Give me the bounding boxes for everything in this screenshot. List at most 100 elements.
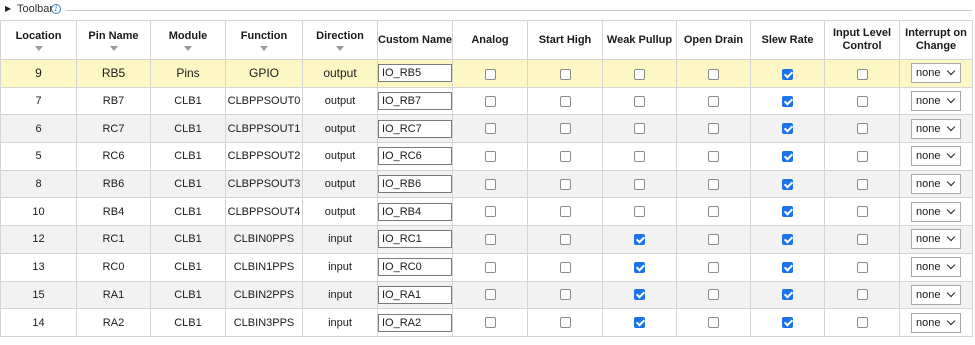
interrupt-on-change-select[interactable]: none — [911, 63, 961, 84]
open-drain-checkbox[interactable] — [708, 68, 719, 80]
start-high-checkbox[interactable] — [559, 123, 571, 135]
weak-pullup-checkbox[interactable] — [634, 95, 645, 107]
analog-checkbox[interactable] — [484, 95, 496, 107]
table-row[interactable]: 13 RC0 CLB1 CLBIN1PPS input IO_RC0 none — [0, 252, 973, 282]
start-high-checkbox[interactable] — [559, 95, 571, 107]
start-high-checkbox[interactable] — [559, 178, 571, 190]
triangle-right-icon[interactable]: ▶ — [5, 4, 11, 14]
analog-checkbox[interactable] — [484, 178, 496, 190]
analog-checkbox[interactable] — [484, 206, 496, 218]
interrupt-on-change-select[interactable]: none — [911, 174, 961, 195]
table-row[interactable]: 6 RC7 CLB1 CLBPPSOUT1 output IO_RC7 none — [0, 114, 973, 144]
sort-arrow-icon[interactable] — [260, 45, 268, 51]
interrupt-on-change-select[interactable]: none — [911, 91, 961, 112]
input-level-checkbox[interactable] — [856, 289, 868, 301]
weak-pullup-checkbox[interactable] — [634, 178, 645, 190]
custom-name-input[interactable]: IO_RA2 — [378, 313, 452, 332]
input-level-checkbox[interactable] — [856, 151, 868, 162]
open-drain-checkbox[interactable] — [708, 151, 719, 162]
custom-name-input[interactable]: IO_RA1 — [378, 285, 452, 304]
custom-name-input[interactable]: IO_RB6 — [378, 175, 452, 194]
table-row[interactable]: 14 RA2 CLB1 CLBIN3PPS input IO_RA2 none — [0, 308, 973, 337]
custom-name-input[interactable]: IO_RC6 — [378, 147, 452, 166]
slew-rate-checkbox[interactable] — [782, 123, 793, 135]
input-level-checkbox[interactable] — [856, 234, 868, 246]
weak-pullup-checkbox[interactable] — [634, 206, 645, 218]
open-drain-checkbox[interactable] — [708, 261, 719, 273]
custom-name-input[interactable]: IO_RB4 — [378, 202, 452, 221]
open-drain-checkbox[interactable] — [708, 123, 719, 135]
slew-rate-checkbox[interactable] — [782, 151, 793, 162]
start-high-checkbox[interactable] — [559, 317, 571, 329]
analog-checkbox[interactable] — [484, 289, 496, 301]
interrupt-on-change-select[interactable]: none — [911, 146, 961, 167]
slew-rate-checkbox[interactable] — [782, 95, 793, 107]
table-row[interactable]: 8 RB6 CLB1 CLBPPSOUT3 output IO_RB6 none — [0, 169, 973, 199]
input-level-checkbox[interactable] — [856, 178, 868, 190]
analog-checkbox[interactable] — [484, 151, 496, 162]
weak-pullup-checkbox[interactable] — [634, 234, 645, 246]
column-header-location[interactable]: Location — [0, 20, 77, 60]
open-drain-checkbox[interactable] — [708, 95, 719, 107]
table-row[interactable]: 7 RB7 CLB1 CLBPPSOUT0 output IO_RB7 none — [0, 86, 973, 116]
sort-arrow-icon[interactable] — [109, 45, 118, 51]
input-level-checkbox[interactable] — [856, 95, 868, 107]
column-header-direction[interactable]: Direction — [302, 20, 378, 60]
start-high-checkbox[interactable] — [559, 151, 571, 162]
input-level-checkbox[interactable] — [856, 123, 868, 135]
table-row[interactable]: 5 RC6 CLB1 CLBPPSOUT2 output IO_RC6 none — [0, 142, 973, 171]
input-level-checkbox[interactable] — [856, 317, 868, 329]
table-row[interactable]: 10 RB4 CLB1 CLBPPSOUT4 output IO_RB4 none — [0, 197, 973, 227]
open-drain-checkbox[interactable] — [708, 234, 719, 246]
interrupt-on-change-select[interactable]: none — [911, 312, 961, 333]
weak-pullup-checkbox[interactable] — [634, 123, 645, 135]
slew-rate-checkbox[interactable] — [782, 178, 793, 190]
sort-arrow-icon[interactable] — [336, 45, 344, 51]
open-drain-checkbox[interactable] — [708, 317, 719, 329]
interrupt-on-change-select[interactable]: none — [911, 229, 961, 250]
custom-name-input[interactable]: IO_RC1 — [378, 230, 452, 249]
start-high-checkbox[interactable] — [559, 261, 571, 273]
column-header-function[interactable]: Function — [225, 20, 303, 60]
slew-rate-checkbox[interactable] — [782, 289, 793, 301]
slew-rate-checkbox[interactable] — [782, 261, 793, 273]
open-drain-checkbox[interactable] — [708, 206, 719, 218]
column-header-module[interactable]: Module — [150, 20, 226, 60]
open-drain-checkbox[interactable] — [708, 178, 719, 190]
custom-name-input[interactable]: IO_RC0 — [378, 258, 452, 277]
start-high-checkbox[interactable] — [559, 234, 571, 246]
slew-rate-checkbox[interactable] — [782, 234, 793, 246]
input-level-checkbox[interactable] — [856, 206, 868, 218]
open-drain-checkbox[interactable] — [708, 289, 719, 301]
analog-checkbox[interactable] — [484, 317, 496, 329]
analog-checkbox[interactable] — [484, 261, 496, 273]
analog-checkbox[interactable] — [484, 68, 496, 80]
input-level-checkbox[interactable] — [856, 68, 868, 80]
info-icon[interactable]: i — [51, 4, 61, 14]
weak-pullup-checkbox[interactable] — [634, 289, 645, 301]
interrupt-on-change-select[interactable]: none — [911, 118, 961, 139]
weak-pullup-checkbox[interactable] — [634, 68, 645, 80]
start-high-checkbox[interactable] — [559, 68, 571, 80]
analog-checkbox[interactable] — [484, 234, 496, 246]
custom-name-input[interactable]: IO_RB5 — [378, 64, 452, 83]
slew-rate-checkbox[interactable] — [782, 206, 793, 218]
table-row[interactable]: 9 RB5 Pins GPIO output IO_RB5 none — [0, 59, 973, 88]
toolbar-label[interactable]: Toolbar — [17, 3, 53, 16]
column-header-pin-name[interactable]: Pin Name — [76, 20, 151, 60]
sort-arrow-icon[interactable] — [34, 45, 43, 51]
table-row[interactable]: 15 RA1 CLB1 CLBIN2PPS input IO_RA1 none — [0, 280, 973, 310]
slew-rate-checkbox[interactable] — [782, 68, 793, 80]
start-high-checkbox[interactable] — [559, 289, 571, 301]
interrupt-on-change-select[interactable]: none — [911, 257, 961, 278]
start-high-checkbox[interactable] — [559, 206, 571, 218]
input-level-checkbox[interactable] — [856, 261, 868, 273]
weak-pullup-checkbox[interactable] — [634, 261, 645, 273]
custom-name-input[interactable]: IO_RC7 — [378, 119, 452, 138]
table-row[interactable]: 12 RC1 CLB1 CLBIN0PPS input IO_RC1 none — [0, 225, 973, 254]
analog-checkbox[interactable] — [484, 123, 496, 135]
interrupt-on-change-select[interactable]: none — [911, 201, 961, 222]
custom-name-input[interactable]: IO_RB7 — [378, 92, 452, 111]
weak-pullup-checkbox[interactable] — [634, 151, 645, 162]
weak-pullup-checkbox[interactable] — [634, 317, 645, 329]
